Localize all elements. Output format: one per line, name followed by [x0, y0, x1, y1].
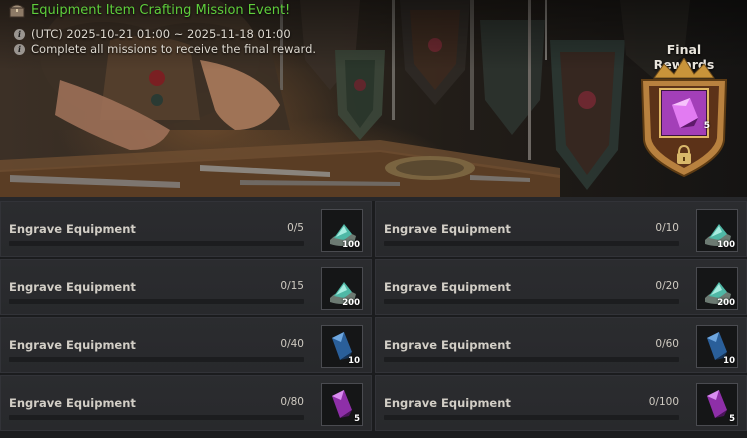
mission-card[interactable]: Engrave Equipment 0/10 100: [375, 201, 747, 257]
mission-progress-bar: [9, 357, 304, 362]
mission-card[interactable]: Engrave Equipment 0/20 200: [375, 259, 747, 315]
mission-label: Engrave Equipment: [9, 338, 136, 352]
mission-reward-count: 200: [717, 298, 735, 308]
mission-reward-slot[interactable]: 10: [696, 325, 738, 368]
mission-progress-text: 0/80: [280, 396, 304, 408]
mission-reward-count: 200: [342, 298, 360, 308]
mission-reward-count: 5: [729, 414, 735, 424]
mission-progress-bar: [384, 357, 679, 362]
mission-card[interactable]: Engrave Equipment 0/100 5: [375, 375, 747, 431]
mission-card[interactable]: Engrave Equipment 0/5 100: [0, 201, 372, 257]
mission-label: Engrave Equipment: [384, 338, 511, 352]
mission-progress-text: 0/15: [280, 280, 304, 292]
event-title-row: Equipment Item Crafting Mission Event!: [9, 3, 290, 18]
info-icon: i: [14, 43, 25, 55]
mission-progress-bar: [384, 299, 679, 304]
mission-reward-slot[interactable]: 5: [321, 383, 363, 426]
mission-reward-slot[interactable]: 100: [696, 209, 738, 252]
mission-card[interactable]: Engrave Equipment 0/80 5: [0, 375, 372, 431]
event-description: Complete all missions to receive the fin…: [31, 42, 317, 56]
mission-reward-count: 100: [342, 240, 360, 250]
treasure-chest-icon: [9, 4, 25, 18]
mission-reward-count: 10: [348, 356, 360, 366]
final-reward-crest[interactable]: [636, 58, 732, 182]
mission-progress-bar: [384, 241, 679, 246]
mission-reward-count: 100: [717, 240, 735, 250]
mission-label: Engrave Equipment: [9, 396, 136, 410]
mission-progress-text: 0/40: [280, 338, 304, 350]
event-period-line: i (UTC) 2025-10-21 01:00 ~ 2025-11-18 01…: [14, 27, 291, 41]
mission-reward-slot[interactable]: 100: [321, 209, 363, 252]
mission-reward-slot[interactable]: 200: [321, 267, 363, 310]
mission-progress-bar: [9, 241, 304, 246]
info-icon: i: [14, 28, 25, 40]
mission-progress-text: 0/10: [655, 222, 679, 234]
event-banner: Equipment Item Crafting Mission Event! i…: [0, 0, 747, 197]
final-reward-count: 5: [703, 121, 710, 131]
mission-label: Engrave Equipment: [384, 222, 511, 236]
mission-progress-bar: [384, 415, 679, 420]
mission-progress-bar: [9, 299, 304, 304]
mission-label: Engrave Equipment: [384, 396, 511, 410]
mission-progress-text: 0/60: [655, 338, 679, 350]
mission-reward-count: 5: [354, 414, 360, 424]
mission-reward-slot[interactable]: 5: [696, 383, 738, 426]
mission-progress-text: 0/100: [648, 396, 679, 408]
mission-label: Engrave Equipment: [9, 222, 136, 236]
mission-reward-count: 10: [723, 356, 735, 366]
mission-card[interactable]: Engrave Equipment 0/15 200: [0, 259, 372, 315]
mission-grid: Engrave Equipment 0/5 100 Engrave Equipment…: [0, 201, 747, 438]
final-rewards-panel[interactable]: Final Rewards 5: [636, 42, 732, 178]
event-period: (UTC) 2025-10-21 01:00 ~ 2025-11-18 01:0…: [31, 27, 291, 41]
mission-reward-slot[interactable]: 10: [321, 325, 363, 368]
mission-reward-slot[interactable]: 200: [696, 267, 738, 310]
event-title: Equipment Item Crafting Mission Event!: [31, 3, 291, 18]
mission-progress-text: 0/20: [655, 280, 679, 292]
mission-progress-text: 0/5: [287, 222, 304, 234]
mission-label: Engrave Equipment: [9, 280, 136, 294]
mission-progress-bar: [9, 415, 304, 420]
mission-card[interactable]: Engrave Equipment 0/60 10: [375, 317, 747, 373]
mission-card[interactable]: Engrave Equipment 0/40 10: [0, 317, 372, 373]
mission-label: Engrave Equipment: [384, 280, 511, 294]
event-description-line: i Complete all missions to receive the f…: [14, 42, 316, 56]
